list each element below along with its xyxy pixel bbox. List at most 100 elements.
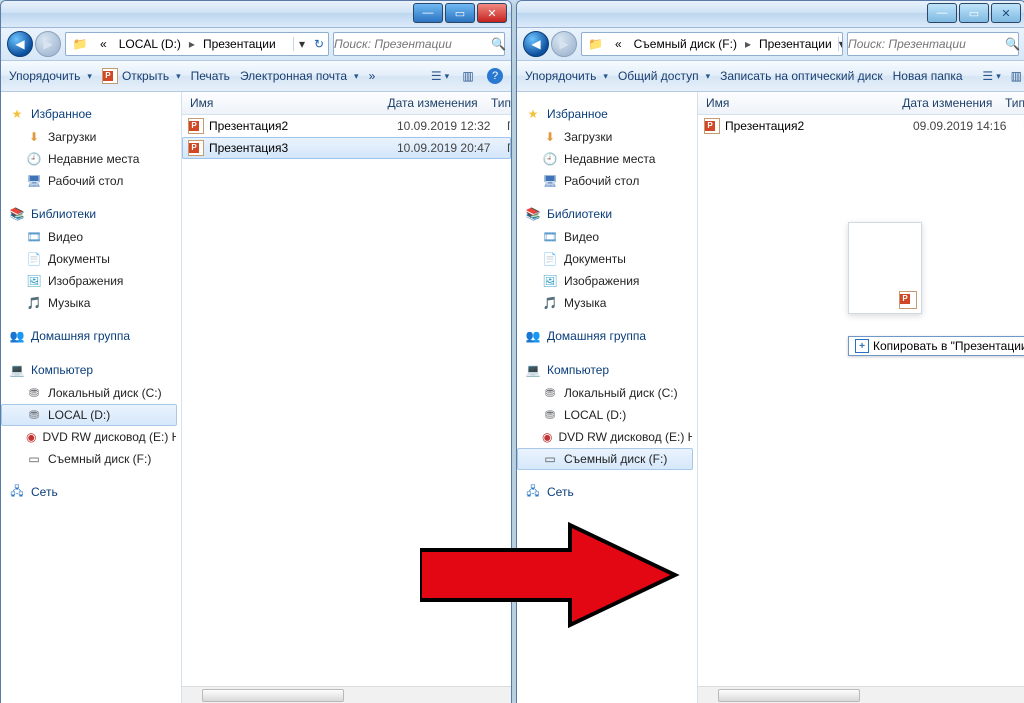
nav-homegroup-header[interactable]: 👥 Домашняя группа	[1, 326, 181, 348]
scrollbar-thumb[interactable]	[718, 689, 860, 702]
nav-item-desktop[interactable]: 🖥Рабочий стол	[1, 170, 177, 192]
breadcrumb-dropdown[interactable]: ▾	[838, 37, 843, 51]
nav-favorites-header[interactable]: ★ Избранное	[517, 104, 697, 126]
nav-item-music[interactable]: 🎵Музыка	[517, 292, 693, 314]
open-button[interactable]: Открыть	[102, 68, 181, 84]
search-icon[interactable]: 🔍	[491, 37, 506, 51]
nav-libraries-header[interactable]: 📚 Библиотеки	[1, 204, 181, 226]
horizontal-scrollbar[interactable]	[698, 686, 1024, 703]
horizontal-scrollbar[interactable]	[182, 686, 511, 703]
recent-icon: 🕘	[26, 151, 42, 167]
burn-button[interactable]: Записать на оптический диск	[720, 69, 883, 83]
maximize-button[interactable]: ▭	[959, 3, 989, 23]
breadcrumb-seg-folder[interactable]: Презентации	[197, 37, 282, 51]
file-row[interactable]: Презентация210.09.2019 12:32Презе	[182, 115, 511, 137]
nav-item-downloads[interactable]: ⬇Загрузки	[1, 126, 177, 148]
nav-network-label: Сеть	[547, 485, 574, 499]
file-row[interactable]: Презентация209.09.2019 14:16Презе	[698, 115, 1024, 137]
column-name[interactable]: Имя	[698, 96, 902, 110]
file-row[interactable]: Презентация310.09.2019 20:47Презе	[182, 137, 511, 159]
organize-button[interactable]: Упорядочить	[525, 69, 608, 83]
minimize-button[interactable]: —	[927, 3, 957, 23]
column-type[interactable]: Тип	[1005, 96, 1024, 110]
nav-item-desktop[interactable]: 🖥Рабочий стол	[517, 170, 693, 192]
breadcrumb-seg-folder[interactable]: Презентации	[753, 37, 838, 51]
nav-item-label: Документы	[564, 252, 626, 266]
view-options-button[interactable]: ☰	[431, 67, 449, 85]
nav-item-downloads[interactable]: ⬇Загрузки	[517, 126, 693, 148]
nav-item-usb-f[interactable]: ▭Съемный диск (F:)	[517, 448, 693, 470]
search-box[interactable]: 🔍	[333, 32, 505, 56]
nav-item-documents[interactable]: 📄Документы	[517, 248, 693, 270]
nav-item-video[interactable]: 🎞Видео	[1, 226, 177, 248]
column-name[interactable]: Имя	[182, 96, 388, 110]
nav-item-recent[interactable]: 🕘Недавние места	[517, 148, 693, 170]
file-date: 10.09.2019 12:32	[397, 119, 507, 133]
breadcrumb-dropdown[interactable]: ▾	[293, 37, 310, 51]
title-bar[interactable]: — ▭ ✕	[1, 1, 511, 28]
nav-item-dvd[interactable]: ◉DVD RW дисковод (E:) Harris Docu...	[1, 426, 177, 448]
breadcrumb[interactable]: 📁 « Съемный диск (F:) ▸ Презентации ▾ ↻	[581, 32, 843, 56]
nav-forward-button[interactable]: ▶	[35, 31, 61, 57]
view-options-button[interactable]: ☰	[983, 67, 1001, 85]
nav-computer-header[interactable]: 💻 Компьютер	[517, 360, 697, 382]
nav-item-usb-f[interactable]: ▭Съемный диск (F:)	[1, 448, 177, 470]
column-headers[interactable]: Имя Дата изменения Тип	[182, 92, 511, 115]
nav-item-recent[interactable]: 🕘Недавние места	[1, 148, 177, 170]
maximize-button[interactable]: ▭	[445, 3, 475, 23]
nav-libraries-header[interactable]: 📚 Библиотеки	[517, 204, 697, 226]
nav-item-music[interactable]: 🎵Музыка	[1, 292, 177, 314]
search-input[interactable]	[848, 37, 1005, 51]
refresh-icon[interactable]: ↻	[310, 37, 328, 51]
minimize-button[interactable]: —	[413, 3, 443, 23]
nav-item-local-c[interactable]: ⛃Локальный диск (C:)	[517, 382, 693, 404]
preview-pane-button[interactable]: ▥	[1011, 67, 1022, 85]
nav-back-button[interactable]: ◀	[7, 31, 33, 57]
nav-homegroup-header[interactable]: 👥 Домашняя группа	[517, 326, 697, 348]
nav-forward-button[interactable]: ▶	[551, 31, 577, 57]
nav-network-header[interactable]: 🖧 Сеть	[1, 482, 181, 504]
nav-network-header[interactable]: 🖧 Сеть	[517, 482, 697, 504]
close-button[interactable]: ✕	[477, 3, 507, 23]
organize-button[interactable]: Упорядочить	[9, 69, 92, 83]
email-button[interactable]: Электронная почта	[240, 69, 359, 83]
nav-favorites-header[interactable]: ★ Избранное	[1, 104, 181, 126]
new-folder-button[interactable]: Новая папка	[893, 69, 963, 83]
breadcrumb-seg-prefix[interactable]: «	[94, 37, 113, 51]
breadcrumb[interactable]: 📁 « LOCAL (D:) ▸ Презентации ▾ ↻	[65, 32, 329, 56]
navigation-pane: ★ Избранное ⬇Загрузки 🕘Недавние места 🖥Р…	[1, 92, 182, 703]
nav-item-dvd[interactable]: ◉DVD RW дисковод (E:) Harris Docu...	[517, 426, 693, 448]
breadcrumb-seg-drive[interactable]: LOCAL (D:)	[113, 37, 187, 51]
search-input[interactable]	[334, 37, 491, 51]
video-icon: 🎞	[26, 229, 42, 245]
music-icon: 🎵	[26, 295, 42, 311]
search-box[interactable]: 🔍	[847, 32, 1019, 56]
column-date[interactable]: Дата изменения	[388, 96, 491, 110]
column-type[interactable]: Тип	[491, 96, 511, 110]
column-headers[interactable]: Имя Дата изменения Тип	[698, 92, 1024, 115]
nav-item-video[interactable]: 🎞Видео	[517, 226, 693, 248]
print-button[interactable]: Печать	[191, 69, 230, 83]
title-bar[interactable]: — ▭ ✕	[517, 1, 1024, 28]
nav-item-label: DVD RW дисковод (E:) Harris Docu...	[42, 430, 177, 444]
nav-item-images[interactable]: 🖼Изображения	[517, 270, 693, 292]
share-button[interactable]: Общий доступ	[618, 69, 710, 83]
scrollbar-thumb[interactable]	[202, 689, 344, 702]
file-date: 09.09.2019 14:16	[913, 119, 1023, 133]
nav-back-button[interactable]: ◀	[523, 31, 549, 57]
nav-computer-header[interactable]: 💻 Компьютер	[1, 360, 181, 382]
close-button[interactable]: ✕	[991, 3, 1021, 23]
nav-item-images[interactable]: 🖼Изображения	[1, 270, 177, 292]
search-icon[interactable]: 🔍	[1005, 37, 1020, 51]
preview-pane-button[interactable]: ▥	[459, 67, 477, 85]
help-button[interactable]: ?	[487, 68, 503, 84]
column-date[interactable]: Дата изменения	[902, 96, 1005, 110]
breadcrumb-seg-prefix[interactable]: «	[609, 37, 628, 51]
nav-item-local-c[interactable]: ⛃Локальный диск (C:)	[1, 382, 177, 404]
nav-item-local-d[interactable]: ⛃LOCAL (D:)	[517, 404, 693, 426]
breadcrumb-seg-drive[interactable]: Съемный диск (F:)	[628, 37, 743, 51]
folder-icon: 📁	[66, 36, 94, 52]
nav-item-documents[interactable]: 📄Документы	[1, 248, 177, 270]
toolbar-overflow-icon[interactable]: »	[369, 69, 376, 83]
nav-item-local-d[interactable]: ⛃LOCAL (D:)	[1, 404, 177, 426]
